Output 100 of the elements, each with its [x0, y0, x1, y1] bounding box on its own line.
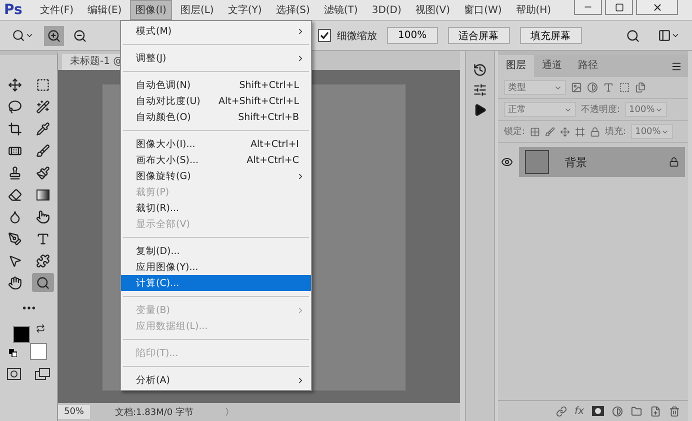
caret-icon [671, 31, 680, 40]
panel-tab[interactable]: 图层 [498, 55, 534, 77]
type-icon[interactable] [603, 82, 614, 93]
maximize-button[interactable] [605, 0, 633, 15]
zoom-in-icon [47, 28, 61, 42]
panel-tab[interactable]: 通道 [534, 55, 570, 77]
lasso-icon [8, 100, 22, 114]
zoom-in-button[interactable] [44, 26, 64, 46]
gradient-icon [36, 188, 50, 202]
type-icon [36, 232, 50, 246]
history-icon[interactable] [473, 63, 487, 77]
menu-title[interactable]: 图像(I) [130, 0, 172, 20]
quick-mask-icon[interactable] [6, 368, 20, 380]
zoom-icon [12, 29, 25, 42]
trash-icon[interactable] [669, 406, 680, 416]
files-icon[interactable] [635, 82, 646, 93]
paintbrush-icon [36, 166, 50, 180]
menu-item[interactable]: 画布大小(S)... Alt+Ctrl+C [121, 152, 311, 168]
eyedropper-icon [36, 122, 50, 136]
crop-icon [8, 122, 22, 136]
menu-title[interactable]: 3D(D) [366, 2, 408, 18]
filter-select[interactable]: 类型 [504, 80, 566, 95]
menu-title[interactable]: 图层(L) [174, 0, 220, 20]
menu-title[interactable]: 视图(V) [409, 0, 456, 20]
brush-icon[interactable] [545, 126, 556, 136]
zoom-icon [36, 276, 50, 290]
maximize-icon [614, 2, 624, 12]
fx-button[interactable]: fx [574, 406, 584, 416]
menu-title[interactable]: 选择(S) [270, 0, 316, 20]
marquee-icon [36, 78, 50, 92]
option-button[interactable]: 100% [387, 27, 438, 44]
pointer-icon [36, 210, 50, 224]
menu-item[interactable]: 复制(D)... [121, 243, 311, 259]
menu-item[interactable]: 计算(C)... [121, 275, 311, 291]
menu-item[interactable]: 自动颜色(O) Shift+Ctrl+B [121, 109, 311, 125]
menu-title[interactable]: 文字(Y) [222, 0, 268, 20]
caret-icon [25, 31, 34, 40]
fill-field[interactable]: 100% [631, 124, 674, 139]
play-icon[interactable] [473, 103, 487, 117]
menu-item[interactable]: 裁切(R)... [121, 200, 311, 216]
menu-title[interactable]: 编辑(E) [82, 0, 128, 20]
document-info: 文档:1.83M/0 字节 [115, 406, 194, 418]
menu-item[interactable]: 模式(M) [121, 23, 311, 39]
menu-item[interactable]: 自动色调(N) Shift+Ctrl+L [121, 77, 311, 93]
folder-icon[interactable] [631, 406, 642, 416]
option-button[interactable]: 适合屏幕 [448, 27, 510, 44]
swap-icon[interactable] [36, 324, 44, 333]
checkbox-label: 细微缩放 [337, 30, 377, 42]
menu-title[interactable]: 滤镜(T) [318, 0, 364, 20]
panel-menu-icon[interactable] [671, 60, 682, 72]
menu-title[interactable]: 帮助(H) [510, 0, 558, 20]
contrast-icon[interactable] [587, 82, 598, 93]
shape-icon[interactable] [619, 82, 630, 93]
puzzle-icon [36, 254, 50, 268]
properties-icon[interactable] [473, 83, 487, 97]
mask-icon[interactable] [592, 406, 604, 416]
opacity-field[interactable]: 100% [625, 102, 668, 117]
grid-icon[interactable] [530, 126, 540, 136]
status-arrow[interactable]: 〉 [225, 406, 234, 418]
lock-label: 锁定: [504, 126, 526, 138]
panel-tab[interactable]: 路径 [570, 55, 606, 77]
check-icon [320, 31, 329, 40]
brush-icon [36, 144, 50, 158]
zoom-field[interactable]: 50% [58, 405, 90, 419]
background-swatch[interactable] [30, 343, 46, 360]
menu-item[interactable]: 应用图像(Y)... [121, 259, 311, 275]
frame-icon[interactable] [575, 126, 586, 136]
eraser-icon [8, 188, 22, 202]
wand-icon [36, 100, 50, 114]
blend-mode-select[interactable]: 正常 [504, 102, 576, 117]
pen-icon [8, 232, 22, 246]
link-icon[interactable] [556, 406, 567, 416]
screen-mode-icon[interactable] [34, 368, 50, 380]
zoom-out-icon [73, 28, 87, 42]
menu-item[interactable]: 分析(A) [121, 372, 311, 388]
app-logo: Ps [4, 2, 24, 18]
option-button[interactable]: 填充屏幕 [520, 27, 582, 44]
foreground-swatch[interactable] [12, 326, 30, 343]
lock-icon[interactable] [590, 126, 600, 136]
search-icon[interactable] [626, 28, 640, 42]
new-layer-icon[interactable] [650, 406, 661, 416]
menu-title[interactable]: 窗口(W) [458, 0, 508, 20]
image-icon[interactable] [571, 82, 582, 93]
stamp-icon [8, 166, 22, 180]
close-button[interactable] [636, 0, 678, 15]
layer-row[interactable]: 背景 [519, 147, 685, 177]
default-colors-icon[interactable] [8, 349, 16, 357]
eye-icon[interactable] [501, 156, 513, 168]
close-icon [652, 2, 662, 12]
menu-title[interactable]: 文件(F) [34, 0, 80, 20]
tool-button[interactable] [32, 273, 54, 292]
panel-icon [658, 29, 671, 42]
menu-item[interactable]: 自动对比度(U) Alt+Shift+Ctrl+L [121, 93, 311, 109]
menu-item[interactable]: 图像旋转(G) [121, 168, 311, 184]
layer-name: 背景 [565, 154, 587, 170]
checkbox[interactable] [318, 29, 331, 42]
move-icon[interactable] [560, 126, 570, 136]
contrast-icon[interactable] [612, 406, 623, 416]
menu-item[interactable]: 图像大小(I)... Alt+Ctrl+I [121, 136, 311, 152]
opacity-label: 不透明度: [581, 104, 620, 116]
